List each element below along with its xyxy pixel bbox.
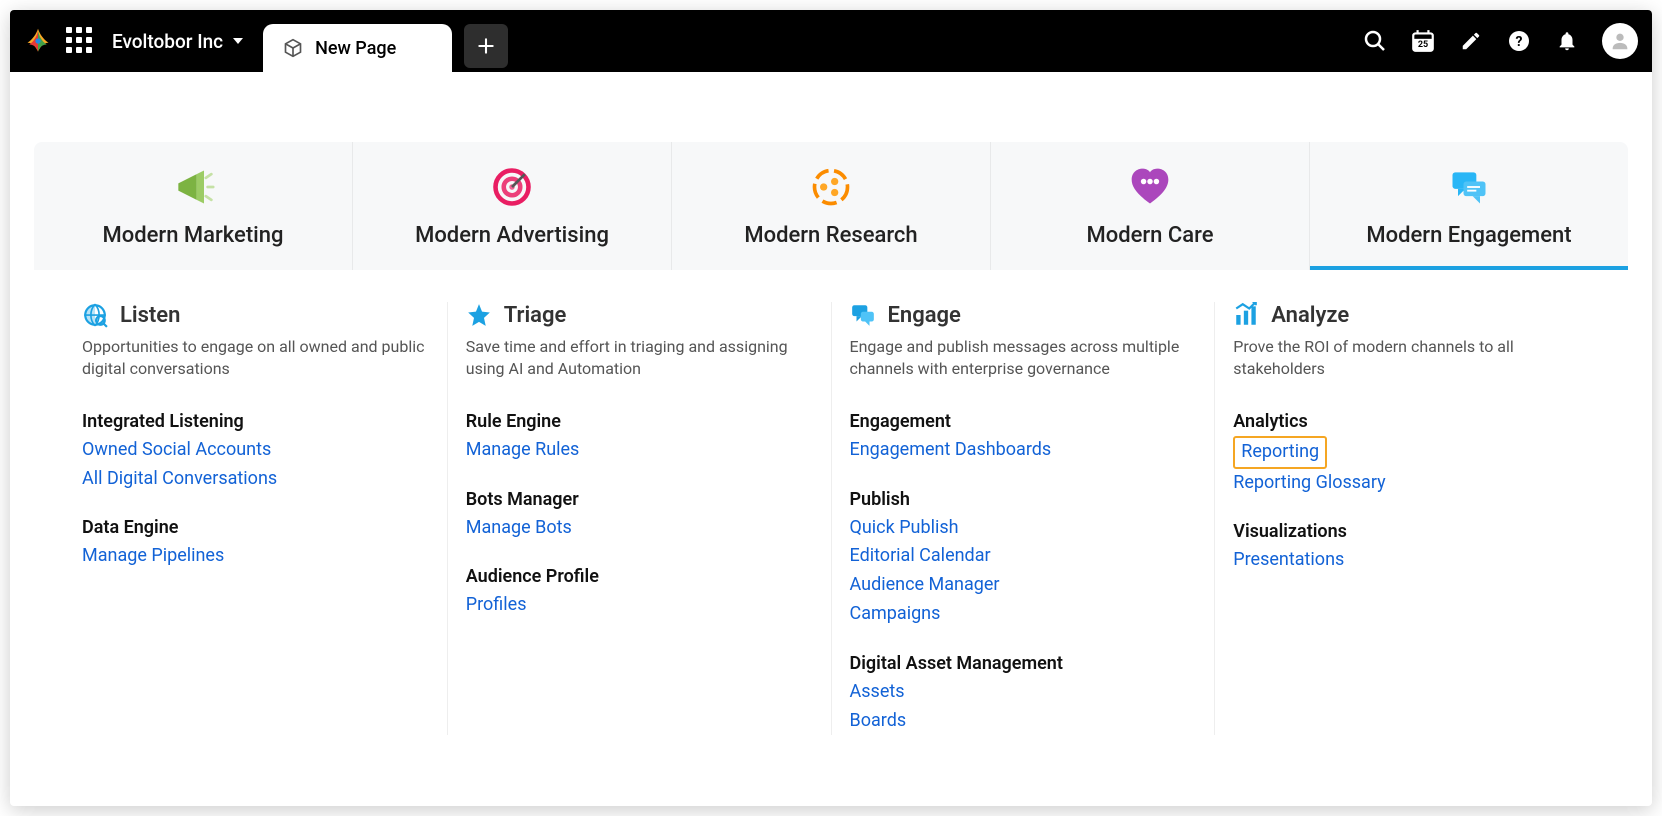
edit-icon[interactable]	[1458, 28, 1484, 54]
module-tabs: Modern Marketing Modern Advertising Modern…	[34, 142, 1628, 270]
link-presentations[interactable]: Presentations	[1233, 546, 1580, 575]
module-tab-engagement[interactable]: Modern Engagement	[1310, 142, 1628, 270]
link-manage-pipelines[interactable]: Manage Pipelines	[82, 542, 429, 571]
search-icon[interactable]	[1362, 28, 1388, 54]
research-icon	[809, 165, 853, 209]
notifications-icon[interactable]	[1554, 28, 1580, 54]
link-manage-bots[interactable]: Manage Bots	[466, 514, 813, 543]
module-tab-marketing[interactable]: Modern Marketing	[34, 142, 353, 270]
tab-region: New Page	[263, 10, 508, 72]
column-header: Triage	[466, 302, 813, 328]
column-title: Engage	[888, 303, 961, 328]
brand-logo-icon	[24, 27, 52, 55]
column-header: Listen	[82, 302, 429, 328]
engage-icon	[850, 302, 876, 328]
column-listen: Listen Opportunities to engage on all own…	[64, 302, 448, 735]
link-audience-manager[interactable]: Audience Manager	[850, 571, 1197, 600]
cube-icon	[283, 38, 303, 58]
column-description: Prove the ROI of modern channels to all …	[1233, 336, 1580, 381]
svg-text:?: ?	[1516, 34, 1523, 50]
column-analyze: Analyze Prove the ROI of modern channels …	[1215, 302, 1598, 735]
column-description: Save time and effort in triaging and ass…	[466, 336, 813, 381]
module-label: Modern Marketing	[103, 223, 284, 248]
module-tab-care[interactable]: Modern Care	[991, 142, 1310, 270]
link-boards[interactable]: Boards	[850, 707, 1197, 736]
module-label: Modern Advertising	[415, 223, 609, 248]
group-title: Rule Engine	[466, 411, 813, 432]
group-title: Integrated Listening	[82, 411, 429, 432]
care-icon	[1128, 165, 1172, 209]
link-manage-rules[interactable]: Manage Rules	[466, 436, 813, 465]
group-title: Data Engine	[82, 517, 429, 538]
column-triage: Triage Save time and effort in triaging a…	[448, 302, 832, 735]
module-label: Modern Care	[1087, 223, 1214, 248]
link-all-digital-conversations[interactable]: All Digital Conversations	[82, 465, 429, 494]
app-launcher-icon[interactable]	[66, 27, 94, 55]
page-content: Modern Marketing Modern Advertising Modern…	[10, 72, 1652, 806]
column-header: Engage	[850, 302, 1197, 328]
calendar-icon[interactable]: 25	[1410, 28, 1436, 54]
group-title: Publish	[850, 489, 1197, 510]
org-switcher[interactable]: Evoltobor Inc	[112, 30, 243, 53]
column-header: Analyze	[1233, 302, 1580, 328]
engagement-icon	[1447, 165, 1491, 209]
module-label: Modern Engagement	[1366, 223, 1571, 248]
link-assets[interactable]: Assets	[850, 678, 1197, 707]
help-icon[interactable]: ?	[1506, 28, 1532, 54]
calendar-badge: 25	[1418, 40, 1428, 50]
advertising-icon	[490, 165, 534, 209]
analyze-icon	[1233, 302, 1259, 328]
chevron-down-icon	[233, 38, 243, 44]
topbar-actions: 25 ?	[1362, 23, 1638, 59]
marketing-icon	[171, 165, 215, 209]
column-title: Triage	[504, 303, 567, 328]
listen-icon	[82, 302, 108, 328]
link-campaigns[interactable]: Campaigns	[850, 600, 1197, 629]
link-reporting[interactable]: Reporting	[1233, 436, 1327, 469]
group-title: Audience Profile	[466, 566, 813, 587]
link-engagement-dashboards[interactable]: Engagement Dashboards	[850, 436, 1197, 465]
group-title: Analytics	[1233, 411, 1580, 432]
module-label: Modern Research	[744, 223, 917, 248]
link-owned-social-accounts[interactable]: Owned Social Accounts	[82, 436, 429, 465]
tab-label: New Page	[315, 38, 396, 59]
new-tab-button[interactable]	[464, 24, 508, 68]
module-tab-research[interactable]: Modern Research	[672, 142, 991, 270]
column-title: Listen	[120, 303, 180, 328]
module-tab-advertising[interactable]: Modern Advertising	[353, 142, 672, 270]
org-name: Evoltobor Inc	[112, 30, 223, 53]
link-editorial-calendar[interactable]: Editorial Calendar	[850, 542, 1197, 571]
plus-icon	[476, 36, 496, 56]
link-profiles[interactable]: Profiles	[466, 591, 813, 620]
triage-icon	[466, 302, 492, 328]
group-title: Visualizations	[1233, 521, 1580, 542]
columns-container: Listen Opportunities to engage on all own…	[34, 302, 1628, 735]
column-description: Engage and publish messages across multi…	[850, 336, 1197, 381]
top-bar: Evoltobor Inc New Page 25	[10, 10, 1652, 72]
column-engage: Engage Engage and publish messages across…	[832, 302, 1216, 735]
page-tab[interactable]: New Page	[263, 24, 452, 72]
group-title: Engagement	[850, 411, 1197, 432]
column-description: Opportunities to engage on all owned and…	[82, 336, 429, 381]
group-title: Digital Asset Management	[850, 653, 1197, 674]
link-reporting-glossary[interactable]: Reporting Glossary	[1233, 469, 1580, 498]
column-title: Analyze	[1271, 303, 1349, 328]
link-quick-publish[interactable]: Quick Publish	[850, 514, 1197, 543]
user-avatar[interactable]	[1602, 23, 1638, 59]
group-title: Bots Manager	[466, 489, 813, 510]
